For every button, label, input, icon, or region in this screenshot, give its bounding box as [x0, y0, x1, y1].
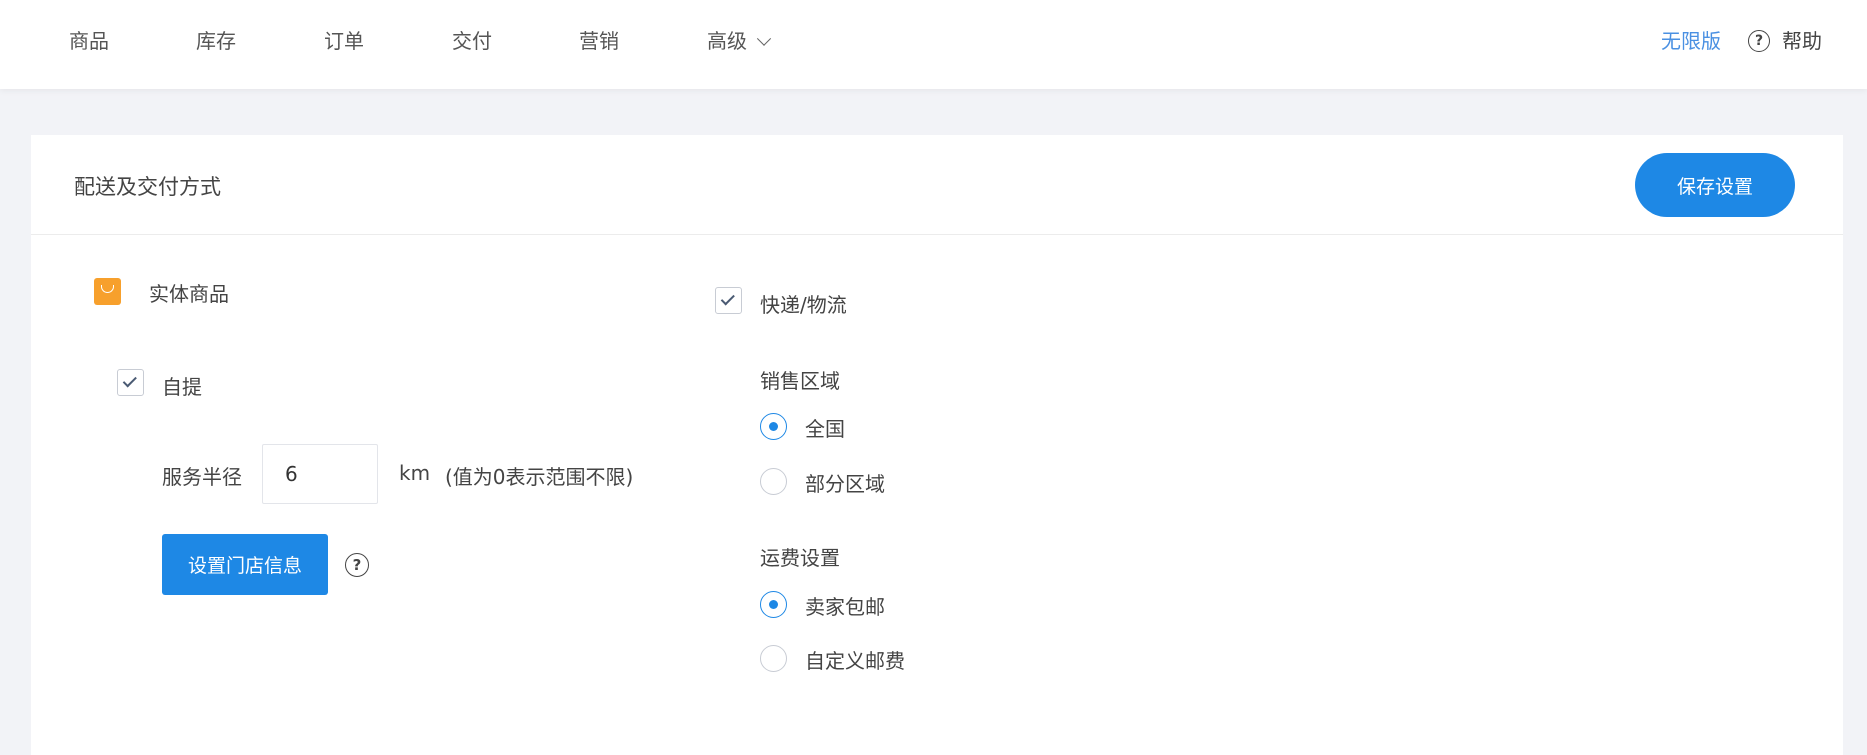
top-nav: 商品 库存 订单 交付 营销 高级 无限版 ? 帮助: [0, 0, 1867, 89]
help-icon: ?: [1748, 30, 1770, 52]
radio-seller-free-shipping-label: 卖家包邮: [805, 595, 885, 619]
set-store-info-button[interactable]: 设置门店信息: [162, 534, 328, 595]
nav-item-inventory[interactable]: 库存: [196, 26, 236, 56]
pickup-checkbox[interactable]: [117, 369, 144, 396]
express-label: 快递/物流: [760, 293, 847, 317]
radio-seller-free-shipping[interactable]: [760, 591, 787, 618]
edition-link[interactable]: 无限版: [1661, 26, 1721, 56]
shipping-fee-title: 运费设置: [760, 546, 840, 570]
service-radius-input[interactable]: [262, 444, 378, 504]
nav-item-delivery[interactable]: 交付: [452, 26, 492, 56]
shopping-bag-icon: [94, 278, 121, 305]
card-header: 配送及交付方式 保存设置: [31, 135, 1843, 235]
nav-item-marketing[interactable]: 营销: [579, 26, 619, 56]
sales-area-title: 销售区域: [760, 369, 840, 393]
nav-item-advanced[interactable]: 高级: [707, 26, 772, 56]
radio-nationwide[interactable]: [760, 413, 787, 440]
nav-item-orders[interactable]: 订单: [324, 26, 364, 56]
pickup-label: 自提: [162, 375, 202, 399]
radio-custom-shipping-label: 自定义邮费: [805, 649, 905, 673]
express-checkbox[interactable]: [715, 287, 742, 314]
radius-hint: (值为0表示范围不限): [445, 465, 634, 489]
save-settings-button[interactable]: 保存设置: [1635, 153, 1795, 217]
help-link[interactable]: ? 帮助: [1748, 26, 1822, 56]
radio-partial-area-label: 部分区域: [805, 472, 885, 496]
help-label: 帮助: [1782, 29, 1822, 53]
question-icon[interactable]: ?: [345, 553, 369, 577]
check-icon: [720, 291, 735, 306]
radio-nationwide-label: 全国: [805, 417, 845, 441]
chevron-down-icon: [756, 31, 772, 46]
page-title: 配送及交付方式: [74, 175, 221, 199]
physical-goods-label: 实体商品: [149, 282, 229, 306]
service-radius-label: 服务半径: [162, 465, 242, 489]
nav-item-advanced-label: 高级: [707, 29, 747, 53]
radius-unit-label: km: [399, 461, 431, 485]
radio-partial-area[interactable]: [760, 468, 787, 495]
nav-item-products[interactable]: 商品: [69, 26, 109, 56]
check-icon: [122, 373, 137, 388]
delivery-settings-card: 配送及交付方式 保存设置 实体商品 自提 服务半径 km (值为0表示范围不限)…: [31, 135, 1843, 755]
radio-custom-shipping[interactable]: [760, 645, 787, 672]
